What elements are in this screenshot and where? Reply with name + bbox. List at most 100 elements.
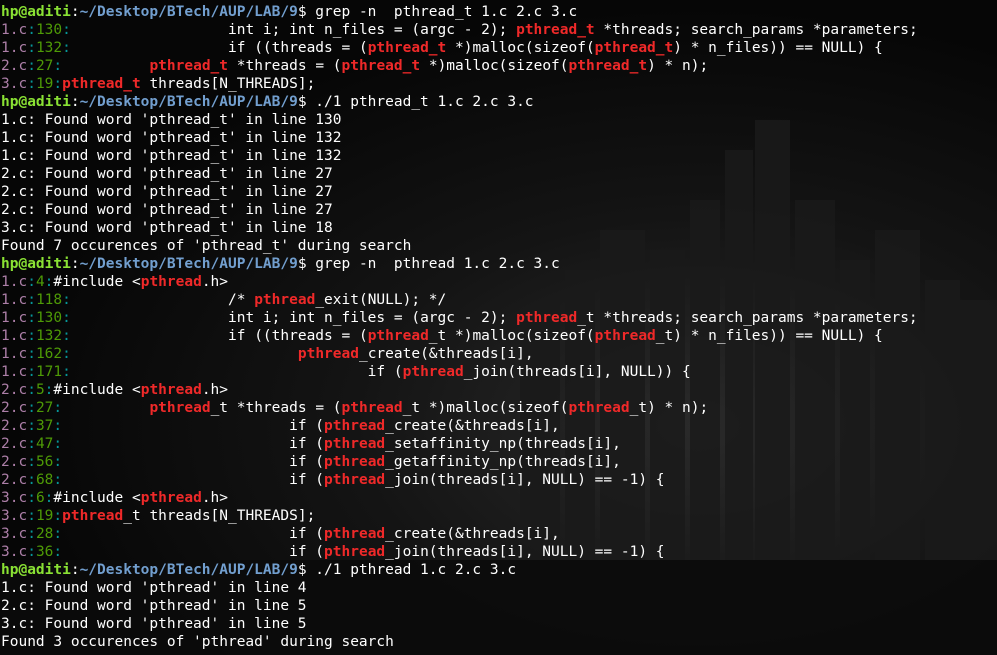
- output-text: 2.c: Found word 'pthread' in line 5: [1, 598, 307, 614]
- output-text: 3.c: Found word 'pthread_t' in line 18: [1, 220, 333, 236]
- grep-text: /*: [70, 292, 255, 308]
- grep-result-line: 3.c:36: if (pthread_join(threads[i], NUL…: [1, 543, 997, 561]
- grep-text: ) * n);: [647, 58, 709, 74]
- grep-result-line: 1.c:171: if (pthread_join(threads[i], NU…: [1, 363, 997, 381]
- output-line: 1.c: Found word 'pthread_t' in line 132: [1, 147, 997, 165]
- output-line: 1.c: Found word 'pthread_t' in line 130: [1, 111, 997, 129]
- grep-result-line: 2.c:37: if (pthread_create(&threads[i],: [1, 417, 997, 435]
- grep-match: pthread: [516, 310, 578, 326]
- grep-text: if (: [70, 364, 403, 380]
- grep-separator: :: [27, 292, 36, 308]
- prompt-line: hp@aditi:~/Desktop/BTech/AUP/LAB/9$ grep…: [1, 4, 578, 20]
- grep-text: _exit(NULL); */: [315, 292, 447, 308]
- prompt-path: ~/Desktop/BTech/AUP/LAB/9: [79, 256, 298, 272]
- output-text: 1.c: Found word 'pthread_t' in line 130: [1, 112, 342, 128]
- grep-text: [71, 346, 298, 362]
- grep-match: pthread: [402, 364, 464, 380]
- grep-line-number: 19: [35, 508, 54, 524]
- grep-text: int i; int n_files = (argc - 2);: [70, 22, 517, 38]
- grep-line-number: 28: [35, 526, 54, 542]
- output-line: Found 7 occurences of 'pthread_t' during…: [1, 237, 997, 255]
- grep-line-number: 27: [35, 400, 54, 416]
- grep-text: #include <: [53, 490, 141, 506]
- grep-text: .h>: [201, 382, 229, 398]
- output-line: 2.c: Found word 'pthread_t' in line 27: [1, 201, 997, 219]
- grep-match: pthread: [62, 508, 124, 524]
- grep-separator: :: [27, 472, 36, 488]
- grep-filename: 2.c: [1, 472, 28, 488]
- output-text: Found 7 occurences of 'pthread_t' during…: [1, 238, 412, 254]
- grep-separator: :: [27, 274, 36, 290]
- grep-text: *threads = (: [228, 58, 342, 74]
- grep-filename: 1.c: [1, 274, 28, 290]
- grep-text: _setaffinity_np(threads[i],: [385, 436, 621, 452]
- grep-match: pthread: [149, 400, 211, 416]
- grep-match: pthread: [324, 544, 386, 560]
- output-line: 2.c: Found word 'pthread_t' in line 27: [1, 165, 997, 183]
- grep-text: _create(&threads[i],: [358, 346, 534, 362]
- grep-separator: :: [27, 22, 36, 38]
- grep-separator: :: [62, 40, 71, 56]
- grep-result-line: 2.c:5:#include <pthread.h>: [1, 381, 997, 399]
- grep-text: _t threads[N_THREADS];: [123, 508, 316, 524]
- grep-line-number: 6: [35, 490, 45, 506]
- grep-match: pthread: [140, 490, 202, 506]
- grep-filename: 2.c: [1, 454, 28, 470]
- grep-separator: :: [62, 292, 71, 308]
- prompt-command: grep -n pthread_t 1.c 2.c 3.c: [315, 4, 578, 20]
- grep-text: if ((threads = (: [70, 40, 368, 56]
- grep-text: if (: [62, 526, 325, 542]
- grep-separator: :: [53, 472, 63, 488]
- prompt-user: hp@aditi: [1, 94, 71, 110]
- output-text: Found 3 occurences of 'pthread' during s…: [1, 634, 394, 650]
- grep-text: _create(&threads[i],: [385, 418, 560, 434]
- grep-separator: :: [62, 364, 71, 380]
- grep-text: if ((threads = (: [70, 328, 368, 344]
- prompt-line: hp@aditi:~/Desktop/BTech/AUP/LAB/9$ grep…: [1, 256, 560, 272]
- grep-text: _t) * n);: [629, 400, 709, 416]
- prompt-user: hp@aditi: [1, 4, 71, 20]
- prompt-command: grep -n pthread 1.c 2.c 3.c: [315, 256, 560, 272]
- grep-separator: :: [53, 436, 63, 452]
- grep-separator: :: [27, 436, 36, 452]
- grep-line-number: 19: [35, 76, 54, 92]
- grep-text: .h>: [201, 490, 229, 506]
- grep-text: if (: [62, 454, 325, 470]
- grep-filename: 2.c: [1, 418, 28, 434]
- grep-filename: 2.c: [1, 400, 28, 416]
- grep-text: #include <: [53, 274, 141, 290]
- output-line: 3.c: Found word 'pthread_t' in line 18: [1, 219, 997, 237]
- grep-result-line: 3.c:19:pthread_t threads[N_THREADS];: [1, 507, 997, 525]
- grep-result-line: 2.c:27: pthread_t *threads = (pthread_t …: [1, 57, 997, 75]
- grep-text: _getaffinity_np(threads[i],: [385, 454, 621, 470]
- grep-separator: :: [53, 76, 63, 92]
- grep-text: _t *)malloc(sizeof(: [428, 328, 595, 344]
- grep-separator: :: [27, 454, 36, 470]
- output-line: Found 3 occurences of 'pthread' during s…: [1, 633, 997, 651]
- grep-separator: :: [53, 508, 63, 524]
- output-line: 1.c: Found word 'pthread' in line 4: [1, 579, 997, 597]
- grep-line-number: 36: [35, 544, 54, 560]
- grep-match: pthread: [254, 292, 316, 308]
- output-line: 3.c: Found word 'pthread' in line 5: [1, 615, 997, 633]
- grep-line-number: 171: [35, 364, 63, 380]
- grep-filename: 1.c: [1, 22, 28, 38]
- grep-text: _create(&threads[i],: [385, 526, 560, 542]
- grep-result-line: 2.c:68: if (pthread_join(threads[i], NUL…: [1, 471, 997, 489]
- grep-filename: 1.c: [1, 364, 28, 380]
- prompt-path: ~/Desktop/BTech/AUP/LAB/9: [79, 562, 298, 578]
- grep-result-line: 3.c:6:#include <pthread.h>: [1, 489, 997, 507]
- grep-separator: :: [27, 382, 36, 398]
- grep-text: _t *threads = (: [210, 400, 342, 416]
- grep-result-line: 2.c:56: if (pthread_getaffinity_np(threa…: [1, 453, 997, 471]
- grep-text: #include <: [53, 382, 141, 398]
- grep-match: pthread: [341, 400, 403, 416]
- grep-separator: :: [27, 40, 36, 56]
- grep-match: pthread_t: [341, 58, 421, 74]
- prompt-line: hp@aditi:~/Desktop/BTech/AUP/LAB/9$ ./1 …: [1, 562, 517, 578]
- grep-result-line: 1.c:4:#include <pthread.h>: [1, 273, 997, 291]
- grep-result-line: 3.c:28: if (pthread_create(&threads[i],: [1, 525, 997, 543]
- grep-separator: :: [27, 526, 36, 542]
- grep-line-number: 47: [35, 436, 54, 452]
- grep-match: pthread: [568, 400, 630, 416]
